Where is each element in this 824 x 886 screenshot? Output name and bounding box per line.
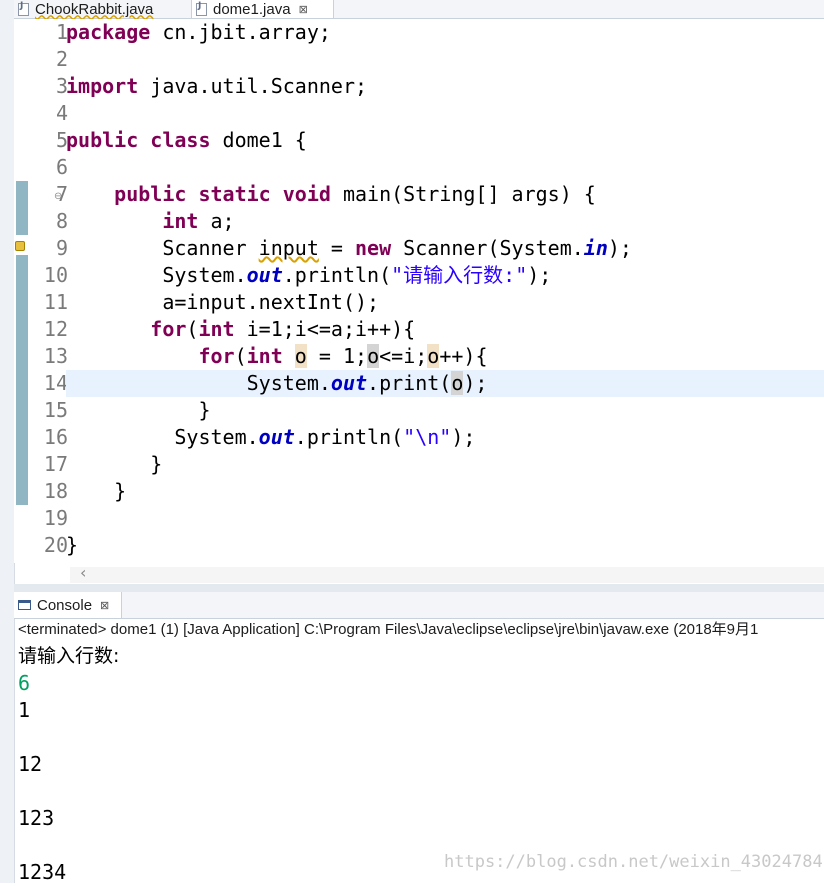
code-line-13: for(int o = 1;o<=i;o++){: [198, 344, 488, 368]
code-line-11: a=input.nextInt();: [66, 290, 380, 314]
line-number: 16: [43, 425, 68, 449]
code-line-1: package cn.jbit.array;: [66, 20, 331, 44]
console-tab-label: Console: [37, 596, 93, 614]
line-number: 8: [55, 209, 68, 233]
watermark: https://blog.csdn.net/weixin_43024784: [444, 852, 823, 872]
code-line-5: public class dome1 {: [66, 128, 307, 152]
left-border: [0, 0, 15, 883]
horizontal-scrollbar[interactable]: ‹: [70, 563, 824, 583]
console-line: 1: [18, 698, 31, 722]
line-number: 10: [43, 263, 68, 287]
line-number: 6: [55, 155, 68, 179]
console-line: 12: [18, 752, 43, 776]
line-number-ruler: 1 2 3 4 5 6 7 8 9 10 11 12 13 14 15 16 17 18 19 20: [28, 19, 70, 559]
tab-dome1[interactable]: dome1.java ⊠: [192, 0, 334, 18]
change-marker: [16, 181, 28, 235]
line-number: 20: [43, 533, 68, 557]
line-number: 4: [55, 101, 68, 125]
console-input-echo: 6: [18, 671, 31, 695]
code-line-17: }: [66, 452, 163, 476]
console-line: 123: [18, 806, 55, 830]
change-marker: [16, 255, 28, 505]
code-line-14: System.out.print(o);: [66, 370, 824, 397]
scroll-left-icon[interactable]: ‹: [80, 563, 86, 582]
code-line-8: int a;: [162, 209, 235, 233]
code-line-10: System.out.println("请输入行数:");: [66, 263, 552, 287]
line-number: 15: [43, 398, 68, 422]
java-file-icon: [18, 1, 29, 16]
code-editor[interactable]: 1 2 3 4 5 6 7 8 9 10 11 12 13 14 15 16 17 18 19 20 ⊖ packag…: [14, 19, 824, 583]
change-ruler: [14, 19, 28, 563]
code-lines[interactable]: package cn.jbit.array; import java.util.…: [66, 19, 824, 559]
line-number: 5: [55, 128, 68, 152]
console-tab-bar: Console ⊠: [14, 592, 824, 619]
close-icon[interactable]: ⊠: [100, 599, 109, 612]
line-number: 11: [43, 290, 68, 314]
code-line-20: }: [66, 533, 79, 557]
tab-chookrabbit[interactable]: ChookRabbit.java: [14, 0, 192, 18]
java-file-icon: [196, 1, 207, 16]
line-number: 3: [55, 74, 68, 98]
line-number: 14: [43, 371, 68, 395]
line-number: 19: [43, 506, 68, 530]
console-output[interactable]: 请输入行数: 6 1 12 123 1234: [18, 643, 818, 886]
code-line-18: }: [66, 479, 127, 503]
close-icon[interactable]: ⊠: [299, 3, 308, 16]
console-icon: [18, 600, 31, 610]
line-number: 17: [43, 452, 68, 476]
code-line-9: Scanner input = new Scanner(System.in);: [66, 236, 632, 260]
code-line-15: }: [66, 398, 211, 422]
console-status-line: <terminated> dome1 (1) [Java Application…: [18, 621, 759, 638]
line-number: 2: [55, 47, 68, 71]
tab-console[interactable]: Console ⊠: [14, 592, 122, 618]
fold-collapse-icon[interactable]: ⊖: [54, 191, 62, 202]
editor-tab-bar: ChookRabbit.java dome1.java ⊠: [14, 0, 824, 19]
warning-icon[interactable]: [15, 241, 25, 251]
panel-separator[interactable]: [14, 584, 824, 592]
code-line-3: import java.util.Scanner;: [66, 74, 368, 98]
line-number: 7: [55, 182, 68, 206]
line-number: 9: [55, 236, 68, 260]
code-line-16: System.out.println("\n");: [66, 425, 476, 449]
line-number: 13: [43, 344, 68, 368]
line-number: 1: [55, 20, 68, 44]
tab-label: dome1.java: [213, 0, 291, 18]
console-line: 请输入行数:: [18, 645, 120, 667]
line-number: 18: [43, 479, 68, 503]
code-line-12: for(int i=1;i<=a;i++){: [150, 317, 416, 341]
code-line-7: public static void main(String[] args) {: [114, 182, 596, 206]
line-number: 12: [43, 317, 68, 341]
tab-label: ChookRabbit.java: [35, 0, 154, 18]
